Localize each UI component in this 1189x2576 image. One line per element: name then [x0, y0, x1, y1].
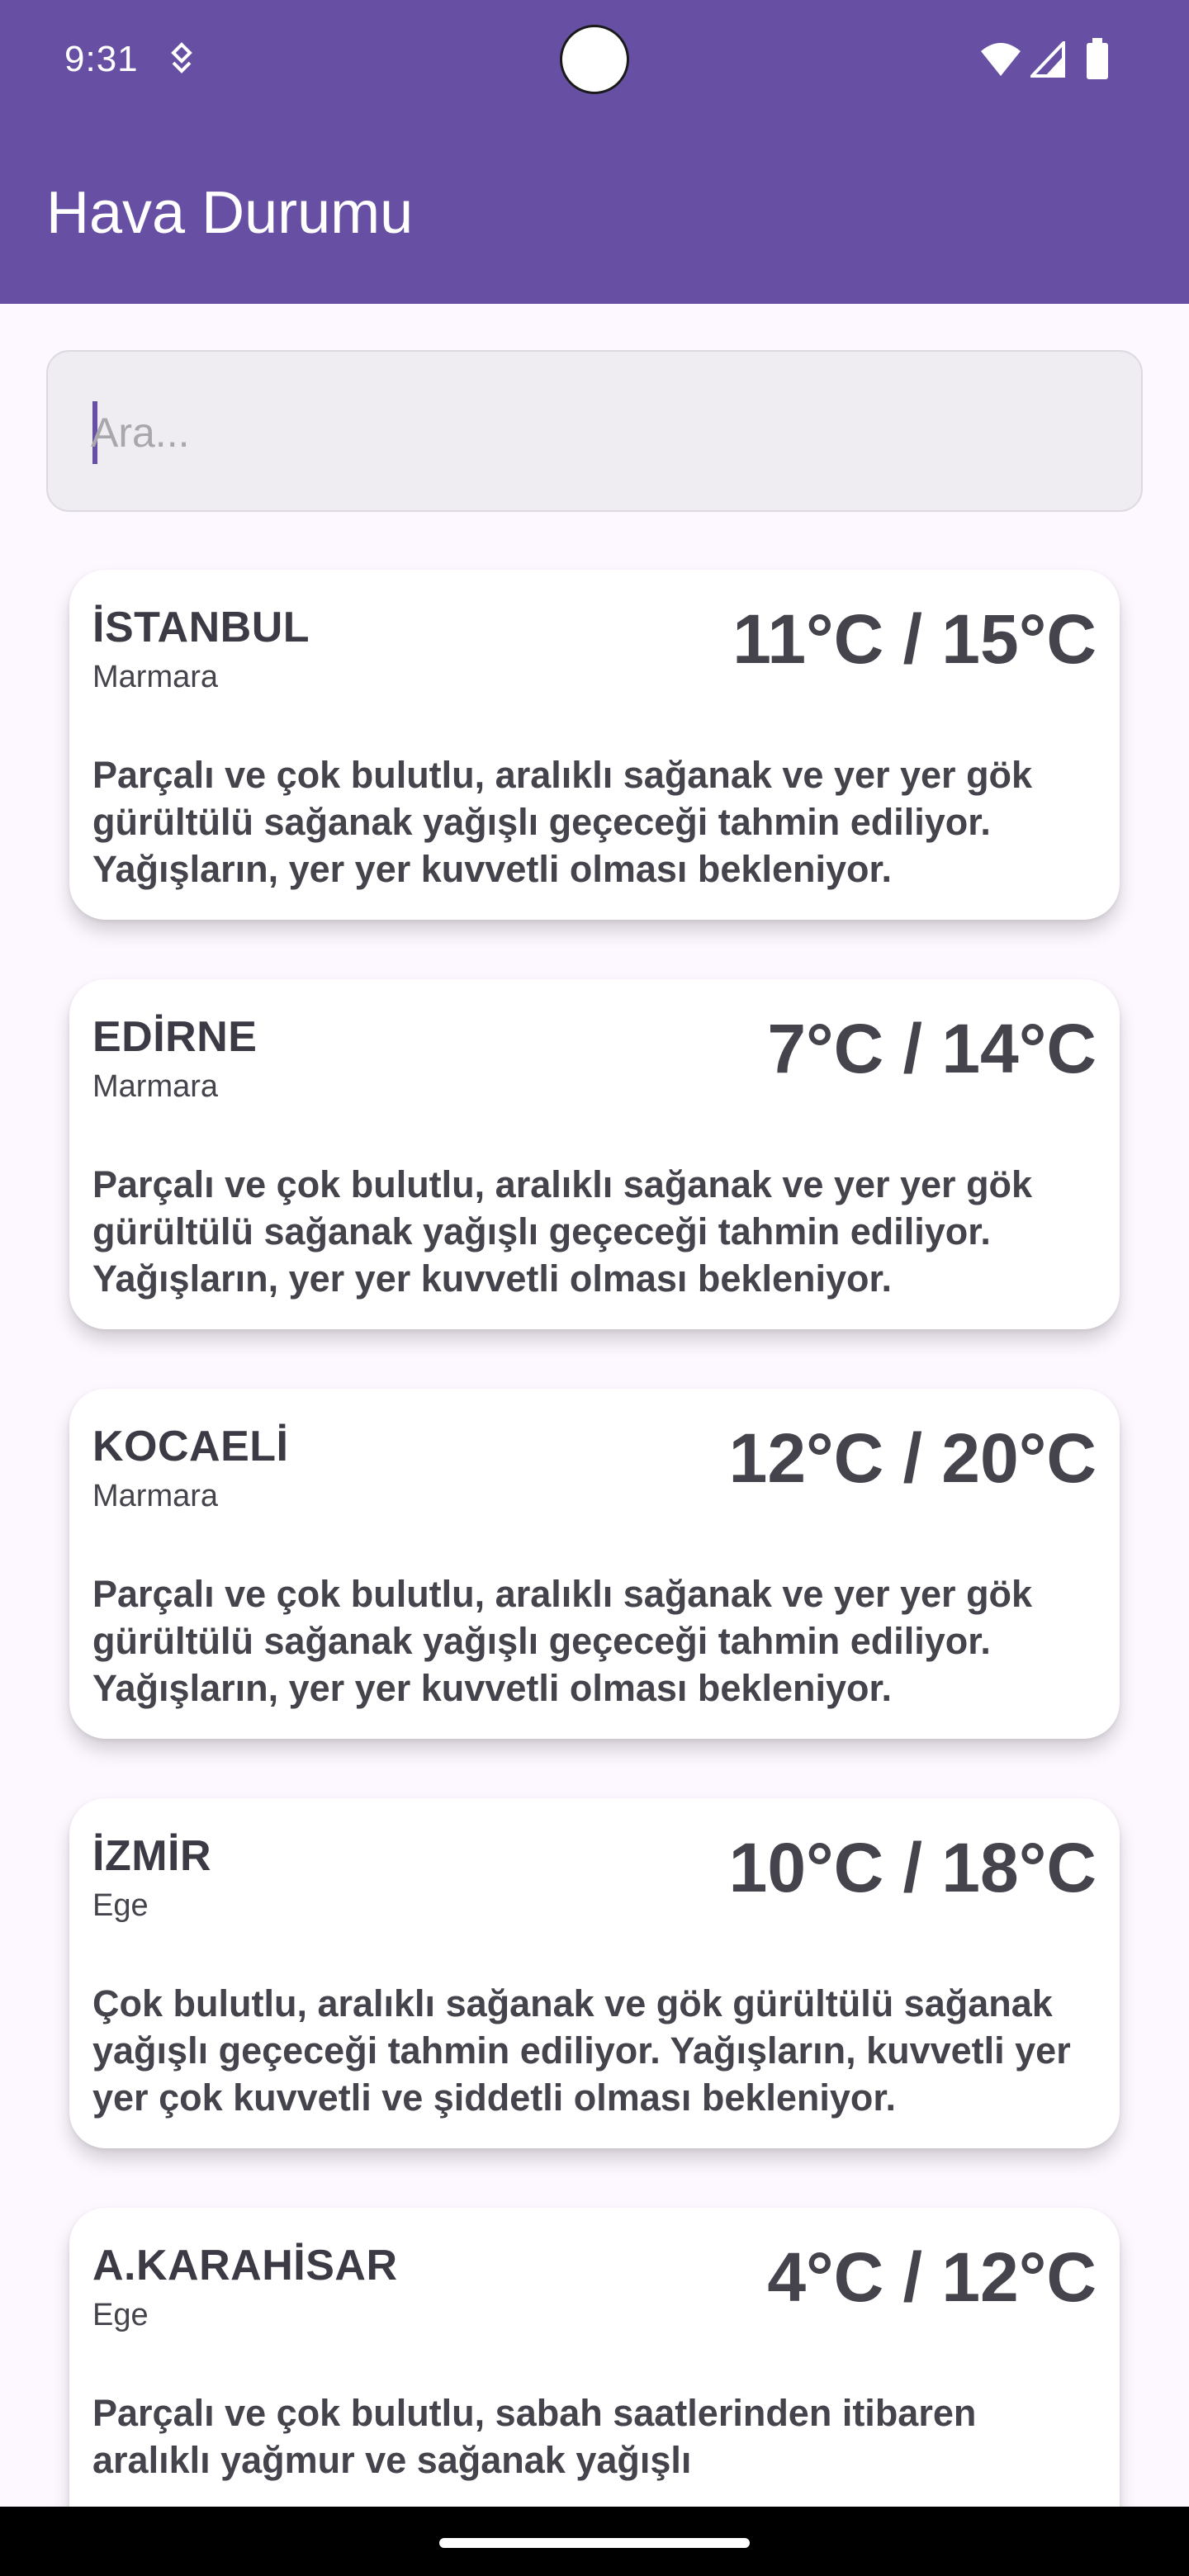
- city-temperature: 4°C / 12°C: [767, 2238, 1097, 2316]
- sync-icon: [171, 42, 192, 73]
- home-gesture-handle[interactable]: [439, 2538, 750, 2548]
- city-name: İZMİR: [92, 1832, 212, 1880]
- app-bar: 9:31 Hava Durumu: [0, 0, 1189, 304]
- signal-icon: [1030, 41, 1065, 78]
- camera-cutout: [560, 25, 629, 94]
- city-description: Çok bulutlu, aralıklı sağanak ve gök gür…: [92, 1982, 1071, 2119]
- city-card-afyonkarahisar[interactable]: A.KARAHİSAR Ege 4°C / 12°C Parçalı ve ço…: [69, 2208, 1120, 2558]
- city-temperature: 11°C / 15°C: [732, 600, 1097, 678]
- search-input[interactable]: [91, 393, 1082, 472]
- city-region: Ege: [92, 2298, 149, 2332]
- status-bar: 9:31: [0, 0, 1189, 122]
- app-title: Hava Durumu: [46, 180, 414, 246]
- city-name: A.KARAHİSAR: [92, 2242, 398, 2290]
- city-description: Parçalı ve çok bulutlu, aralıklı sağanak…: [92, 1573, 1033, 1709]
- city-temperature: 10°C / 18°C: [728, 1829, 1097, 1906]
- city-description: Parçalı ve çok bulutlu, aralıklı sağanak…: [92, 754, 1033, 890]
- wifi-icon: [981, 43, 1021, 76]
- city-region: Marmara: [92, 1479, 219, 1513]
- city-region: Ege: [92, 1888, 149, 1923]
- city-temperature: 7°C / 14°C: [767, 1010, 1097, 1087]
- city-name: EDİRNE: [92, 1013, 258, 1061]
- city-card-izmir[interactable]: İZMİR Ege 10°C / 18°C Çok bulutlu, aralı…: [69, 1798, 1120, 2148]
- city-description: Parçalı ve çok bulutlu, sabah saatlerind…: [92, 2392, 977, 2481]
- city-name: KOCAELİ: [92, 1423, 289, 1470]
- city-name: İSTANBUL: [92, 604, 310, 651]
- city-card-kocaeli[interactable]: KOCAELİ Marmara 12°C / 20°C Parçalı ve ç…: [69, 1389, 1120, 1739]
- city-region: Marmara: [92, 1069, 219, 1104]
- city-card-edirne[interactable]: EDİRNE Marmara 7°C / 14°C Parçalı ve çok…: [69, 979, 1120, 1329]
- city-temperature: 12°C / 20°C: [728, 1419, 1097, 1497]
- city-region: Marmara: [92, 660, 219, 694]
- navigation-bar: [0, 2507, 1189, 2576]
- city-description: Parçalı ve çok bulutlu, aralıklı sağanak…: [92, 1163, 1033, 1300]
- battery-icon: [1087, 38, 1108, 79]
- status-time: 9:31: [64, 39, 139, 79]
- search-box[interactable]: [46, 350, 1143, 512]
- city-card-istanbul[interactable]: İSTANBUL Marmara 11°C / 15°C Parçalı ve …: [69, 570, 1120, 920]
